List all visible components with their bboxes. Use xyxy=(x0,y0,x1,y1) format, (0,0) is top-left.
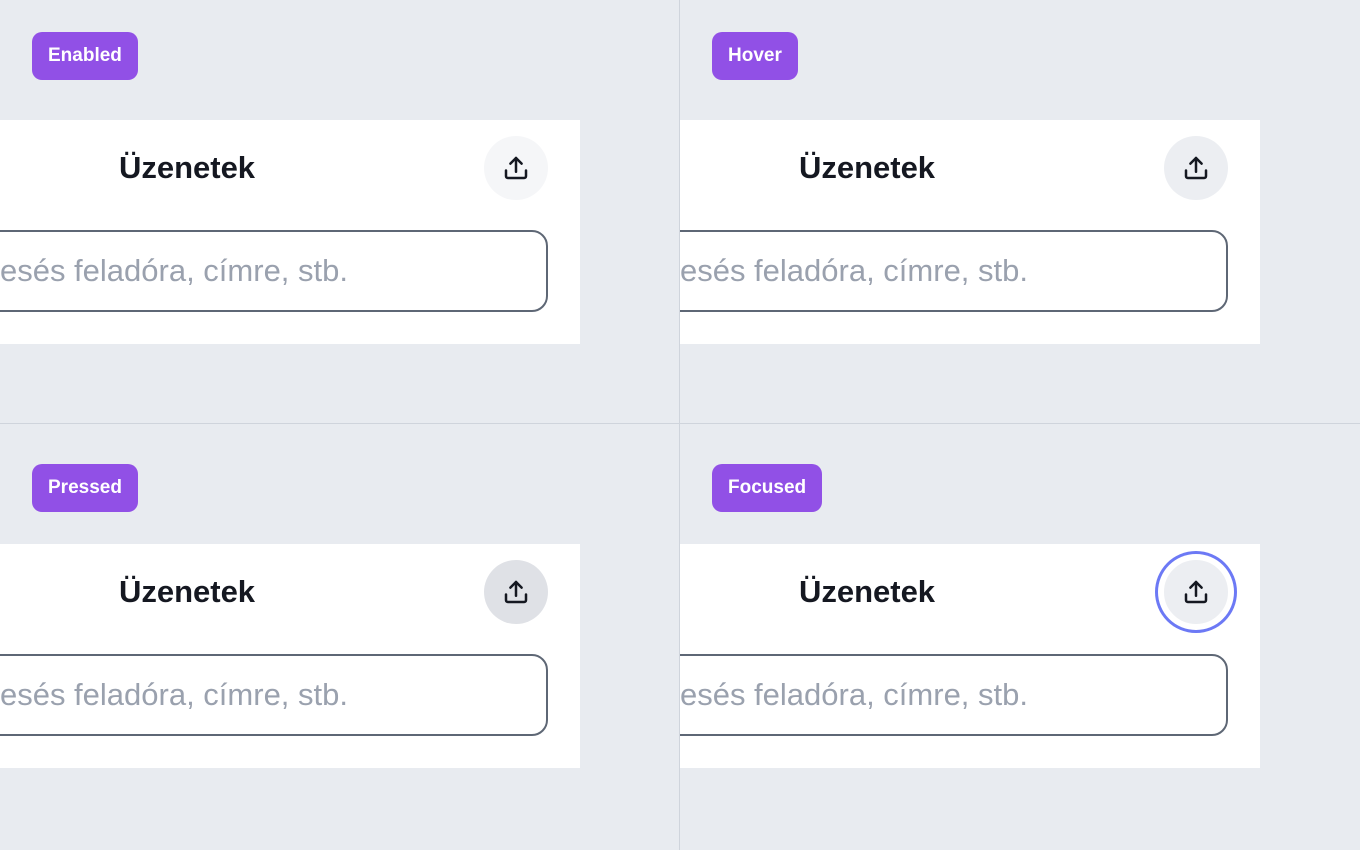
state-badge: Enabled xyxy=(32,32,138,80)
page-title: Üzenetek xyxy=(798,150,936,185)
share-button[interactable] xyxy=(1164,136,1228,200)
header-panel: Üzenetek Keresés feladóra, címre, stb. xyxy=(680,120,1260,344)
state-badge: Hover xyxy=(712,32,798,80)
search-input[interactable]: Keresés feladóra, címre, stb. xyxy=(680,230,1228,312)
state-cell-pressed: Pressed Üzenetek Keresés feladóra, címre… xyxy=(0,424,679,850)
share-button[interactable] xyxy=(484,560,548,624)
state-badge: Focused xyxy=(712,464,823,512)
header-panel: Üzenetek Keresés feladóra, címre, stb. xyxy=(680,544,1260,768)
header-panel: Üzenetek Keresés feladóra, címre, stb. xyxy=(0,544,580,768)
page-title: Üzenetek xyxy=(118,574,256,609)
search-placeholder: Keresés feladóra, címre, stb. xyxy=(0,677,348,712)
share-upload-icon xyxy=(504,156,528,180)
search-input[interactable]: Keresés feladóra, címre, stb. xyxy=(680,654,1228,736)
state-badge: Pressed xyxy=(32,464,138,512)
share-upload-icon xyxy=(1184,580,1208,604)
state-cell-enabled: Enabled Üzenetek Keresés feladóra, címre… xyxy=(0,0,679,423)
share-button[interactable] xyxy=(1161,557,1231,627)
page-title: Üzenetek xyxy=(798,574,936,609)
search-input[interactable]: Keresés feladóra, címre, stb. xyxy=(0,230,548,312)
header-panel: Üzenetek Keresés feladóra, címre, stb. xyxy=(0,120,580,344)
search-input[interactable]: Keresés feladóra, címre, stb. xyxy=(0,654,548,736)
page-title: Üzenetek xyxy=(118,150,256,185)
share-upload-icon xyxy=(504,580,528,604)
search-placeholder: Keresés feladóra, címre, stb. xyxy=(680,253,1028,288)
search-placeholder: Keresés feladóra, címre, stb. xyxy=(0,253,348,288)
share-button[interactable] xyxy=(484,136,548,200)
state-cell-focused: Focused Üzenetek Keresés feladóra, címre… xyxy=(680,424,1360,850)
state-grid: Enabled Üzenetek Keresés feladóra, címre… xyxy=(0,0,1360,850)
search-placeholder: Keresés feladóra, címre, stb. xyxy=(680,677,1028,712)
share-upload-icon xyxy=(1184,156,1208,180)
state-cell-hover: Hover Üzenetek Keresés feladóra, címre, … xyxy=(680,0,1360,423)
